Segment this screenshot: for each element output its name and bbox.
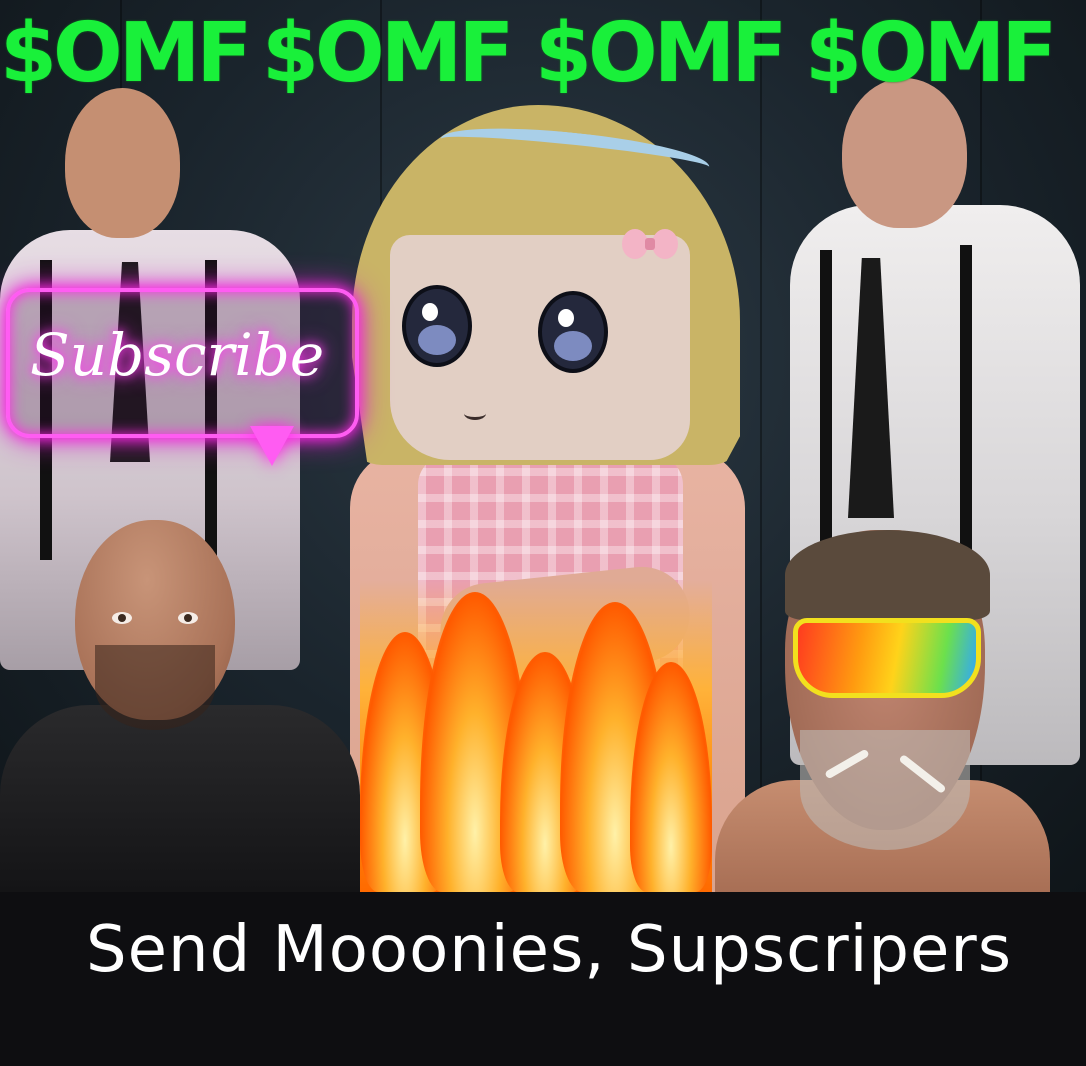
right-man-suspender bbox=[960, 245, 972, 575]
anime-left-eye bbox=[402, 285, 472, 367]
sport-sunglasses bbox=[793, 618, 981, 698]
bald-man bbox=[0, 520, 360, 892]
caption-text: Send Mooonies, Supscripers bbox=[86, 913, 1013, 987]
speech-bubble-tail bbox=[250, 426, 294, 466]
sunglasses-man-hair bbox=[785, 530, 990, 620]
meme-canvas: Subscribe $OMF $OMF $OMF $OMF Send Mooon… bbox=[0, 0, 1086, 1066]
left-man-head bbox=[65, 88, 180, 238]
anime-girl-head bbox=[352, 105, 740, 465]
bald-man-eye bbox=[112, 612, 132, 624]
sunglasses-man bbox=[715, 530, 1050, 892]
ticker-item: $OMF bbox=[262, 6, 514, 101]
fire-icon bbox=[360, 580, 712, 892]
omf-ticker-banner: $OMF $OMF $OMF $OMF bbox=[0, 6, 1086, 102]
subscribe-label[interactable]: Subscribe bbox=[30, 305, 330, 405]
pink-bow-icon bbox=[622, 229, 678, 267]
ticker-item: $OMF bbox=[805, 6, 1057, 101]
leather-jacket bbox=[0, 705, 360, 892]
right-man-suspender bbox=[820, 250, 832, 570]
ticker-item: $OMF bbox=[535, 6, 787, 101]
bald-man-eye bbox=[178, 612, 198, 624]
bald-man-beard bbox=[95, 645, 215, 730]
anime-right-eye bbox=[538, 291, 608, 373]
ticker-item: $OMF bbox=[0, 6, 252, 101]
anime-mouth bbox=[464, 407, 486, 420]
